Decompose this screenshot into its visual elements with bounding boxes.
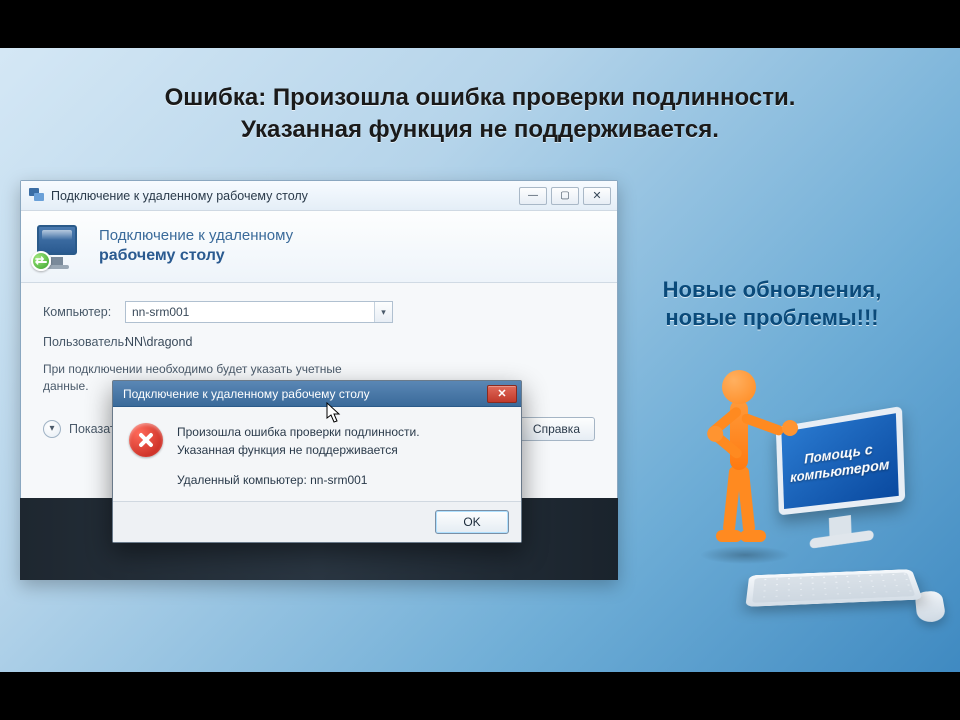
error-footer: OK	[113, 501, 521, 542]
rdp-logo-icon: ⇄	[35, 225, 85, 269]
user-value: NN\dragond	[125, 335, 192, 349]
user-label: Пользователь:	[43, 335, 125, 349]
error-dialog: Подключение к удаленному рабочему столу …	[112, 380, 522, 543]
rdp-header-line1: Подключение к удаленному	[99, 227, 293, 246]
mascot-figure	[680, 370, 800, 580]
computer-combobox[interactable]: ▾	[125, 301, 393, 323]
close-icon: ✕	[497, 387, 506, 400]
maximize-icon: ▢	[560, 190, 569, 201]
rdp-header-line2: рабочему столу	[99, 246, 293, 266]
close-button[interactable]: ✕	[583, 187, 611, 205]
rdp-title-icon	[29, 188, 45, 204]
computer-dropdown-icon[interactable]: ▾	[374, 302, 392, 322]
promo-line2: новые проблемы!!!	[632, 304, 912, 332]
rdp-titlebar[interactable]: Подключение к удаленному рабочему столу …	[21, 181, 617, 211]
error-title-text: Подключение к удаленному рабочему столу	[123, 387, 370, 401]
rdp-title-text: Подключение к удаленному рабочему столу	[51, 189, 308, 203]
options-toggle-icon[interactable]: ▾	[43, 420, 61, 438]
computer-row: Компьютер: ▾	[43, 301, 595, 323]
help-button[interactable]: Справка	[518, 417, 595, 441]
hint-line1: При подключении необходимо будет указать…	[43, 361, 595, 378]
ok-button[interactable]: OK	[435, 510, 509, 534]
headline-line2: Указанная функция не поддерживается.	[0, 114, 960, 146]
error-close-button[interactable]: ✕	[487, 385, 517, 403]
letterbox-top	[0, 0, 960, 48]
maximize-button[interactable]: ▢	[551, 187, 579, 205]
error-titlebar[interactable]: Подключение к удаленному рабочему столу …	[113, 381, 521, 407]
error-message: Произошла ошибка проверки подлинности. У…	[177, 423, 420, 489]
close-icon: ✕	[592, 189, 601, 202]
window-button-group: — ▢ ✕	[519, 187, 611, 205]
user-row: Пользователь: NN\dragond	[43, 335, 595, 349]
slide-background: Ошибка: Произошла ошибка проверки подлин…	[0, 0, 960, 720]
error-icon	[129, 423, 163, 457]
minimize-icon: —	[528, 190, 538, 201]
error-line2: Указанная функция не поддерживается	[177, 441, 420, 459]
rdp-header: ⇄ Подключение к удаленному рабочему стол…	[21, 211, 617, 283]
error-line1: Произошла ошибка проверки подлинности.	[177, 423, 420, 441]
promo-headline: Новые обновления, новые проблемы!!!	[632, 276, 912, 331]
promo-line1: Новые обновления,	[632, 276, 912, 304]
minimize-button[interactable]: —	[519, 187, 547, 205]
computer-input[interactable]	[126, 305, 374, 319]
headline: Ошибка: Произошла ошибка проверки подлин…	[0, 82, 960, 147]
headline-line1: Ошибка: Произошла ошибка проверки подлин…	[0, 82, 960, 114]
computer-label: Компьютер:	[43, 305, 125, 319]
rdp-header-text: Подключение к удаленному рабочему столу	[99, 227, 293, 266]
error-line3: Удаленный компьютер: nn-srm001	[177, 471, 420, 489]
error-body: Произошла ошибка проверки подлинности. У…	[113, 407, 521, 501]
letterbox-bottom	[0, 672, 960, 720]
